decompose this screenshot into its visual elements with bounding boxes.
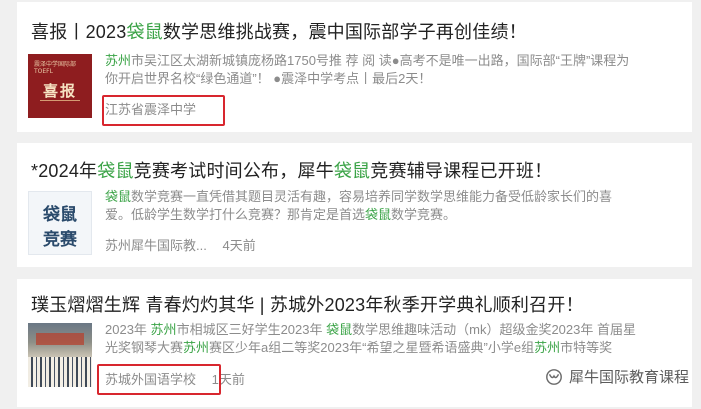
- snippet-highlight: 袋鼠: [365, 207, 392, 222]
- wechat-channel-icon: [546, 368, 562, 385]
- watermark-text: 犀牛国际教育课程: [568, 369, 689, 386]
- title-text: 喜报丨2023: [31, 22, 127, 42]
- snippet-highlight: 苏州: [150, 322, 177, 337]
- snippet-line: 你开启世界名校“绿色通道”！ ●震泽中学考点丨最后2天！: [105, 71, 432, 86]
- snippet-highlight: 苏州: [534, 340, 561, 355]
- article-time: 4天前: [222, 238, 256, 253]
- snippet-line: 苏州市吴江区太湖新城镇庞杨路1750号推 荐 阅 读●高考不是唯一出路，国际部“…: [105, 52, 665, 70]
- article-card[interactable]: 喜报丨2023袋鼠数学思维挑战赛，震中国际部学子再创佳绩！ 震泽中学国际部 TO…: [17, 2, 692, 132]
- snippet-text: 数学竞赛。: [391, 207, 457, 222]
- article-snippet: 苏州市吴江区太湖新城镇庞杨路1750号推 荐 阅 读●高考不是唯一出路，国际部“…: [105, 52, 665, 88]
- snippet-line: 袋鼠数学竞赛一直凭借其题目灵活有趣，容易培养同学数学思维能力备受低龄家长们的喜: [105, 188, 665, 206]
- snippet-highlight: 袋鼠: [326, 322, 353, 337]
- thumbnail-text: 喜报: [42, 82, 77, 100]
- snippet-text: 爱。低龄学生数学打什么竞赛？那肯定是首选: [105, 207, 366, 222]
- snippet-line: 爱。低龄学生数学打什么竞赛？那肯定是首选袋鼠数学竞赛。: [105, 206, 665, 224]
- thumbnail-crowd: [28, 357, 92, 387]
- article-card[interactable]: *2024年袋鼠竞赛考试时间公布，犀牛袋鼠竞赛辅导课程已开班！ 袋鼠 竞赛 袋鼠…: [17, 143, 692, 267]
- thumbnail-caption: 震泽中学国际部 TOEFL: [34, 61, 77, 75]
- article-thumbnail[interactable]: 震泽中学国际部 TOEFL 喜报: [28, 54, 92, 118]
- snippet-text: 数学竞赛一直凭借其题目灵活有趣，容易培养同学数学思维能力备受低龄家长们的喜: [131, 189, 613, 204]
- article-card[interactable]: 璞玉熠熠生辉 青春灼灼其华 | 苏城外2023年秋季开学典礼顺利召开！ 2023…: [17, 279, 692, 407]
- snippet-text: 光奖钢琴大赛: [105, 340, 184, 355]
- article-title[interactable]: 喜报丨2023袋鼠数学思维挑战赛，震中国际部学子再创佳绩！: [31, 18, 527, 44]
- article-title[interactable]: *2024年袋鼠竞赛考试时间公布，犀牛袋鼠竞赛辅导课程已开班！: [31, 157, 552, 183]
- article-source[interactable]: 苏州犀牛国际教...: [105, 238, 207, 253]
- article-snippet: 袋鼠数学竞赛一直凭借其题目灵活有趣，容易培养同学数学思维能力备受低龄家长们的喜 …: [105, 188, 665, 224]
- title-highlight: 袋鼠: [97, 161, 134, 181]
- title-text: *2024年: [31, 161, 98, 181]
- article-thumbnail[interactable]: 袋鼠 竞赛: [28, 191, 92, 255]
- snippet-text: 数学思维趣味活动（mk）超级金奖2023年 首届星: [352, 322, 636, 337]
- highlight-box: [97, 364, 221, 395]
- snippet-text: 市相城区三好学生2023年: [176, 322, 327, 337]
- snippet-text: 市吴江区太湖新城镇庞杨路1750号推 荐 阅 读●高考不是唯一出路，国际部“王牌…: [131, 53, 630, 68]
- highlight-box: [102, 95, 225, 126]
- snippet-highlight: 苏州: [105, 53, 132, 68]
- snippet-highlight: 苏州: [183, 340, 210, 355]
- title-text: 竞赛考试时间公布，犀牛: [133, 161, 334, 181]
- thumbnail-text: 袋鼠: [43, 205, 77, 225]
- snippet-line: 2023年 苏州市相城区三好学生2023年 袋鼠数学思维趣味活动（mk）超级金奖…: [105, 321, 665, 339]
- thumbnail-text: 竞赛: [43, 230, 77, 250]
- article-snippet: 2023年 苏州市相城区三好学生2023年 袋鼠数学思维趣味活动（mk）超级金奖…: [105, 321, 665, 357]
- article-meta: 苏州犀牛国际教... 4天前: [105, 235, 256, 254]
- snippet-highlight: 袋鼠: [105, 189, 132, 204]
- title-highlight: 袋鼠: [126, 22, 163, 42]
- snippet-text: 赛区少年a组二等奖2023年“希望之星暨希语盛典”小学e组: [209, 340, 535, 355]
- article-title[interactable]: 璞玉熠熠生辉 青春灼灼其华 | 苏城外2023年秋季开学典礼顺利召开！: [31, 291, 584, 317]
- thumbnail-stage: [36, 333, 84, 345]
- thumbnail-divider: [40, 100, 80, 101]
- title-text: 竞赛辅导课程已开班！: [370, 161, 553, 181]
- snippet-line: 光奖钢琴大赛苏州赛区少年a组二等奖2023年“希望之星暨希语盛典”小学e组苏州市…: [105, 339, 665, 357]
- snippet-text: 2023年: [105, 322, 151, 337]
- title-text: 数学思维挑战赛，震中国际部学子再创佳绩！: [162, 22, 527, 42]
- title-highlight: 袋鼠: [333, 161, 371, 181]
- snippet-text: 市特等奖: [560, 340, 613, 355]
- article-thumbnail[interactable]: [28, 323, 92, 387]
- account-watermark: 犀牛国际教育课程: [545, 366, 689, 387]
